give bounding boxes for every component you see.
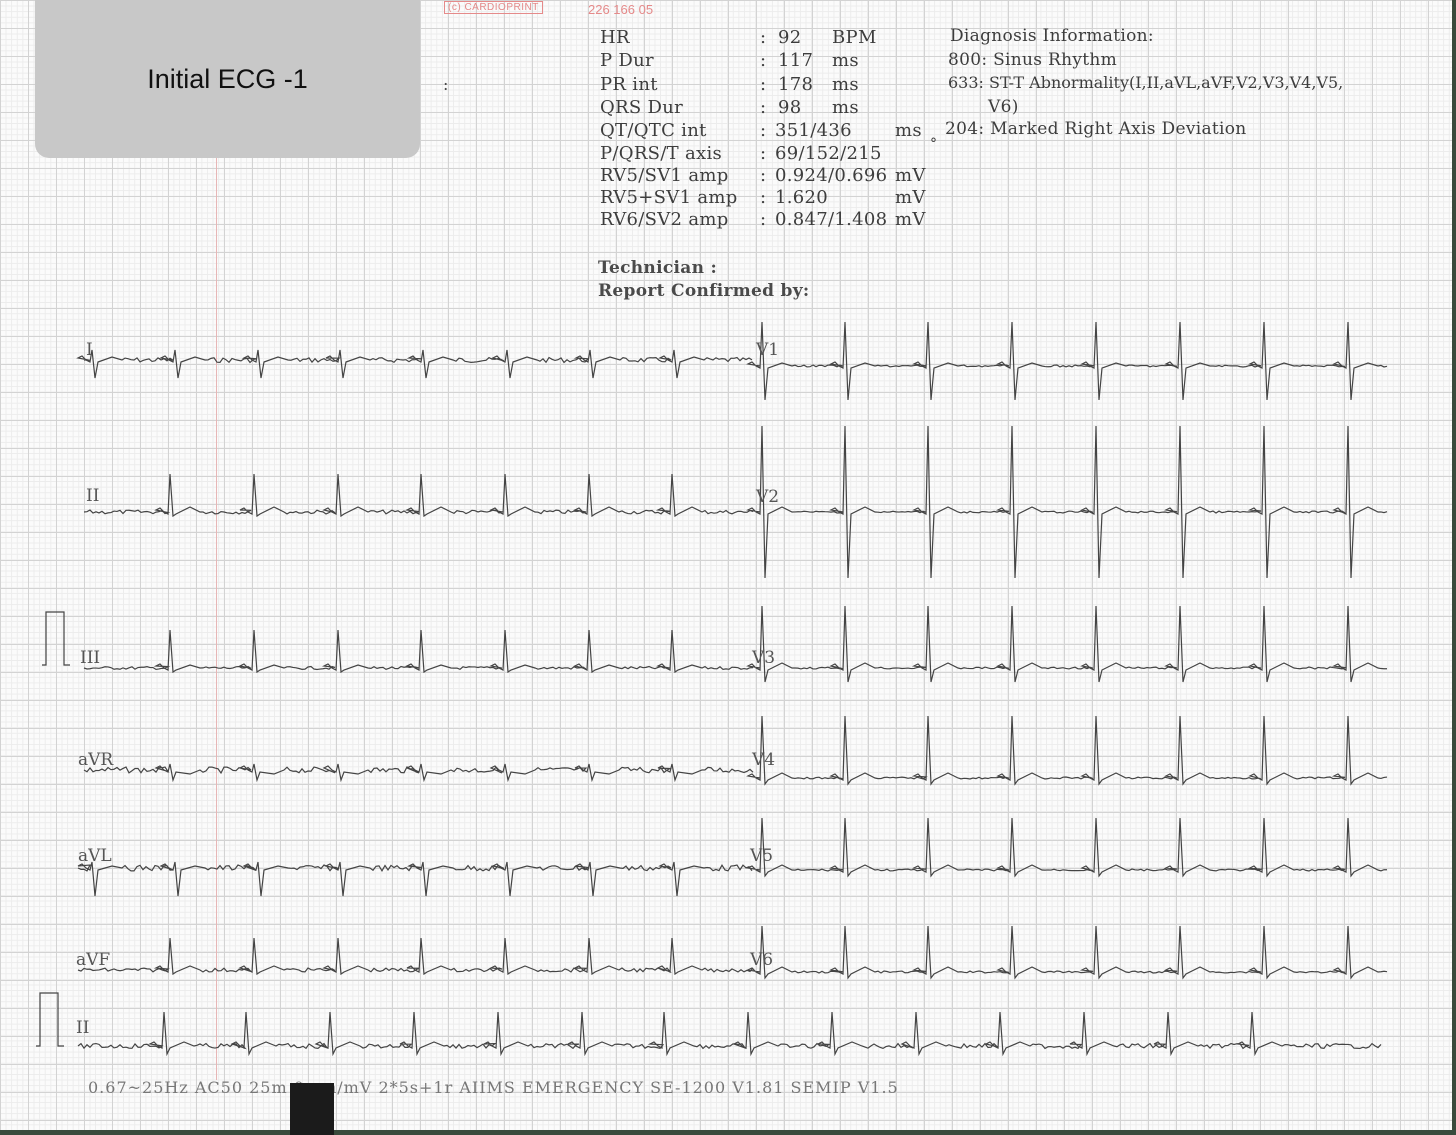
lead-label-V5: V5 (750, 846, 774, 866)
lead-aVF-trace (77, 937, 754, 976)
lead-label-V2: V2 (756, 487, 780, 507)
lead-label-V4: V4 (752, 750, 776, 770)
lead-label-aVF: aVF (76, 950, 111, 970)
lead-II-trace (83, 473, 754, 518)
lead-label-II: II (86, 486, 100, 506)
calibration-pulse-rhythm (36, 992, 64, 1047)
lead-label-V1: V1 (756, 340, 780, 360)
ecg-paper: Initial ECG -1 (c) CARDIOPRINT 226 166 0… (0, 0, 1452, 1135)
lead-label-III: III (80, 648, 101, 668)
lead-V2-trace (746, 425, 1388, 579)
lead-III-trace (83, 629, 754, 674)
lead-II-rhythm-trace (77, 1011, 1382, 1057)
lead-V6-trace (746, 925, 1388, 980)
lead-V5-trace (746, 817, 1388, 878)
ecg-tracings (36, 321, 1388, 1057)
lead-label-I: I (86, 340, 93, 360)
lead-label-II-rhythm: II (76, 1018, 90, 1038)
lead-V3-trace (746, 605, 1388, 683)
lead-label-aVL: aVL (78, 846, 112, 866)
redaction-block (290, 1083, 334, 1135)
footer-settings: 0.67~25Hz AC50 25m 0mm/mV 2*5s+1r AIIMS … (88, 1078, 899, 1097)
lead-I-trace (76, 349, 753, 379)
lead-label-V3: V3 (752, 648, 776, 668)
lead-V1-trace (746, 321, 1388, 401)
lead-label-aVR: aVR (78, 750, 114, 770)
lead-V4-trace (746, 715, 1388, 786)
lead-aVR-trace (83, 763, 754, 783)
lead-label-V6: V6 (750, 950, 774, 970)
calibration-pulse (42, 611, 70, 666)
lead-aVL-trace (77, 861, 753, 897)
